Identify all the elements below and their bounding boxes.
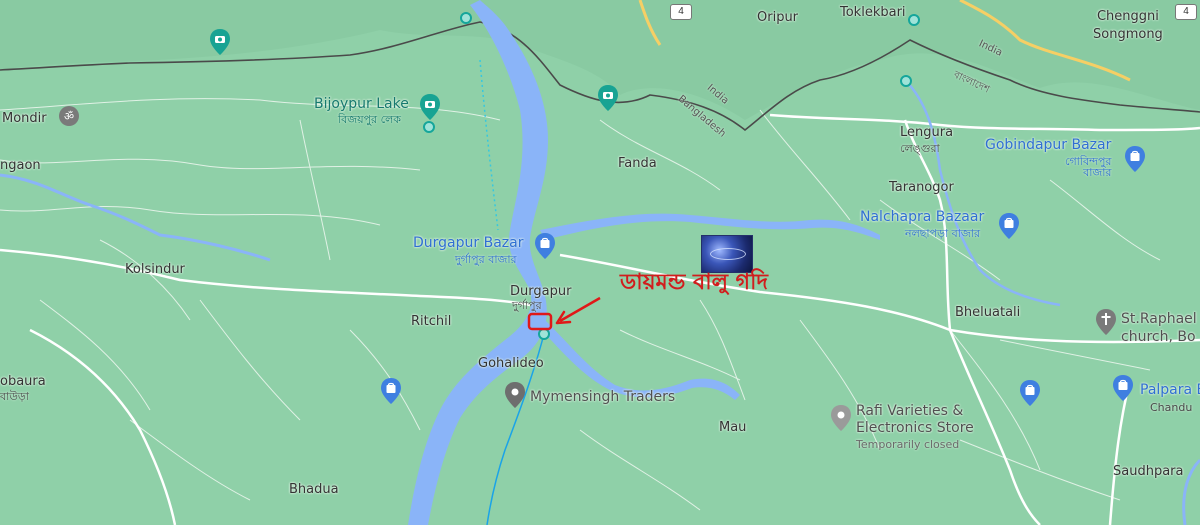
place-ngaon[interactable]: ngaon	[0, 159, 41, 172]
place-taranogor[interactable]: Taranogor	[889, 181, 954, 194]
highway-shield: 4	[670, 4, 692, 20]
poi-nalchapra-bazaar-label[interactable]: Nalchapra Bazaar	[860, 210, 984, 224]
transit-dot-icon	[460, 12, 472, 24]
poi-gobindapur-bazar-bn: গোবিন্দপুর বাজার	[1065, 155, 1112, 179]
poi-bijoypur-lake-label[interactable]: Bijoypur Lake	[314, 97, 409, 111]
poi-bijoypur-lake-bn: বিজয়পুর লেক	[338, 113, 401, 126]
place-oripur[interactable]: Oripur	[757, 11, 798, 24]
poi-st-raphael-church-label[interactable]: St.Raphael church, Bo	[1121, 311, 1197, 346]
shopping-bag-pin-icon[interactable]	[998, 212, 1020, 240]
place-gohalideo[interactable]: Gohalideo	[478, 357, 544, 370]
place-chandu[interactable]: Chandu	[1150, 402, 1192, 413]
place-mondir[interactable]: Mondir	[2, 112, 47, 125]
place-mau[interactable]: Mau	[719, 421, 746, 434]
transit-dot-icon	[900, 75, 912, 87]
place-fanda[interactable]: Fanda	[618, 157, 657, 170]
place-bhadua[interactable]: Bhadua	[289, 483, 339, 496]
poi-rafi-varieties-status: Temporarily closed	[856, 438, 960, 451]
place-saudhpara[interactable]: Saudhpara	[1113, 465, 1183, 478]
transit-dot-icon	[423, 121, 435, 133]
poi-durgapur-bazar-bn: দুর্গাপুর বাজার	[455, 253, 517, 266]
place-bheluatali[interactable]: Bheluatali	[955, 306, 1020, 319]
poi-mymensingh-traders-label[interactable]: Mymensingh Traders	[530, 390, 675, 404]
shopping-bag-pin-icon[interactable]	[1112, 374, 1134, 402]
location-pin-icon[interactable]	[830, 404, 852, 432]
shopping-bag-pin-icon[interactable]	[534, 232, 556, 260]
place-toklekbari[interactable]: Toklekbari	[840, 6, 906, 19]
business-logo-thumbnail[interactable]	[701, 235, 753, 273]
highway-shield: 4	[1175, 4, 1197, 20]
place-kolsindur[interactable]: Kolsindur	[125, 263, 185, 276]
camera-pin-icon[interactable]	[209, 28, 231, 56]
camera-pin-icon[interactable]	[419, 93, 441, 121]
place-obaura[interactable]: obaura	[0, 375, 46, 388]
red-rectangle-marker	[527, 312, 553, 331]
poi-rafi-varieties-label[interactable]: Rafi Varieties & Electronics Store	[856, 403, 974, 437]
place-obaura-bn: বাউড়া	[0, 390, 29, 403]
red-arrow-icon	[527, 296, 601, 331]
poi-gobindapur-bazar-label[interactable]: Gobindapur Bazar	[985, 138, 1111, 152]
shopping-bag-pin-icon[interactable]	[1019, 379, 1041, 407]
shopping-bag-pin-icon[interactable]	[1124, 145, 1146, 173]
temple-pin-icon[interactable]: ॐ	[58, 105, 80, 133]
annotation-label: ডায়মন্ড বালু গদি	[620, 270, 768, 295]
place-ritchil[interactable]: Ritchil	[411, 315, 451, 328]
transit-dot-icon	[908, 14, 920, 26]
camera-pin-icon[interactable]	[597, 84, 619, 112]
svg-text:ॐ: ॐ	[64, 110, 74, 123]
place-lengura[interactable]: Lengura	[900, 126, 953, 139]
poi-nalchapra-bazaar-bn: নলছাপড়া বাজার	[905, 227, 981, 240]
map-canvas[interactable]: 4 4 India Bangladesh India বাংলাদেশ Orip…	[0, 0, 1200, 525]
poi-palpara-bazar-label[interactable]: Palpara B	[1140, 383, 1200, 397]
shopping-bag-pin-icon[interactable]	[380, 377, 402, 405]
poi-durgapur-bazar-label[interactable]: Durgapur Bazar	[413, 236, 523, 250]
location-pin-icon[interactable]	[504, 381, 526, 409]
place-chenggni-songmong[interactable]: Chenggni Songmong	[1093, 8, 1163, 43]
cross-pin-icon[interactable]	[1095, 308, 1117, 336]
place-lengura-bn: লেঙ্গুরা	[900, 142, 940, 155]
